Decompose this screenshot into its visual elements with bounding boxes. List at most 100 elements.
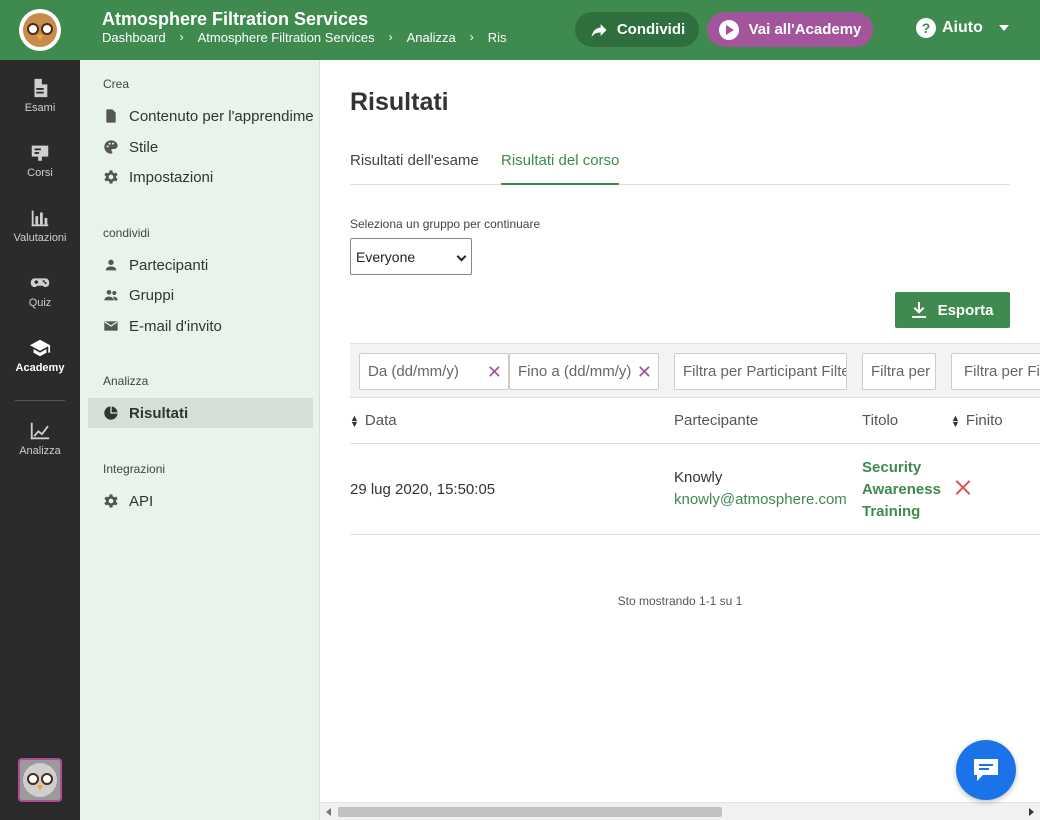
date-to-placeholder: Fino a (dd/mm/y) (518, 363, 632, 380)
participant-filter[interactable]: Filtra per Participant Filter (674, 353, 847, 390)
title-filter-placeholder: Filtra per (871, 363, 931, 380)
sidebar-heading-analizza: Analizza (103, 374, 149, 388)
cell-participant-name: Knowly (674, 469, 723, 486)
tab-exam-results[interactable]: Risultati dell'esame (350, 152, 479, 183)
app-root: Esami Corsi Valutazioni Quiz Academy Ana… (0, 0, 1040, 820)
academy-button-label: Vai all'Academy (748, 21, 862, 38)
envelope-icon (104, 321, 118, 331)
owl-logo-icon (19, 9, 61, 51)
secondary-sidebar: Crea Contenuto per l'apprendimento Stile… (80, 60, 320, 820)
cell-title-line: Awareness (862, 481, 941, 498)
chevron-right-icon: › (179, 30, 184, 44)
breadcrumb-risultati[interactable]: Ris (488, 30, 507, 45)
sidebar-heading-integrazioni: Integrazioni (103, 462, 166, 476)
column-header-title: Titolo (862, 412, 898, 429)
rail-item-esami[interactable]: Esami (0, 65, 80, 125)
sidebar-item-invite-email[interactable]: E-mail d'invito (88, 311, 313, 341)
play-icon (718, 19, 739, 40)
rail-item-quiz[interactable]: Quiz (0, 260, 80, 320)
column-header-finished[interactable]: ▲ ▼ Finito (951, 412, 1003, 429)
share-button-label: Condividi (616, 21, 686, 38)
chat-button[interactable] (956, 740, 1016, 800)
cell-date: 29 lug 2020, 15:50:05 (350, 481, 496, 498)
rail-item-label: Quiz (28, 296, 52, 309)
sort-icon: ▲ ▼ (350, 412, 359, 429)
finished-filter[interactable]: Filtra per Finito (951, 353, 1040, 390)
gamepad-icon (30, 277, 50, 287)
participant-filter-placeholder: Filtra per Participant Filter (683, 363, 847, 380)
sidebar-item-participants[interactable]: Partecipanti (88, 250, 313, 280)
document-icon (34, 78, 48, 97)
scroll-right-icon[interactable] (1029, 808, 1034, 816)
main-content: Risultati Risultati dell'esame Risultati… (320, 60, 1040, 820)
rail-item-label: Valutazioni (13, 231, 67, 244)
chat-bubble-icon (974, 759, 998, 781)
scroll-left-icon[interactable] (326, 808, 331, 816)
clear-icon[interactable]: ✕ (487, 363, 502, 381)
column-header-date[interactable]: ▲ ▼ Data (350, 412, 397, 429)
avatar-owl-icon (23, 763, 57, 797)
title-filter[interactable]: Filtra per (862, 353, 936, 390)
results-tabs: Risultati dell'esame Risultati del corso (350, 148, 1010, 185)
date-from-filter[interactable]: Da (dd/mm/y) ✕ (359, 353, 509, 390)
sidebar-item-settings[interactable]: Impostazioni (88, 162, 313, 192)
rail-item-label: Academy (15, 361, 65, 374)
sidebar-item-label: Risultati (129, 404, 189, 422)
palette-icon (104, 140, 118, 154)
scrollbar-thumb[interactable] (338, 807, 722, 817)
filter-row: Da (dd/mm/y) ✕ Fino a (dd/mm/y) ✕ Filtra… (350, 343, 1040, 398)
pagination-status: Sto mostrando 1-1 su 1 (617, 594, 743, 608)
breadcrumb-analizza[interactable]: Analizza (407, 30, 456, 45)
line-chart-icon (30, 422, 50, 439)
group-select[interactable]: Everyone (350, 238, 472, 275)
chevron-right-icon: › (469, 30, 474, 44)
logo[interactable] (0, 0, 80, 60)
cell-participant-email[interactable]: knowly@atmosphere.com (674, 491, 847, 508)
people-icon (104, 290, 118, 301)
chevron-right-icon: › (388, 30, 393, 44)
breadcrumb-workspace[interactable]: Atmosphere Filtration Services (198, 30, 375, 45)
clear-icon[interactable]: ✕ (637, 363, 652, 381)
file-icon (106, 109, 116, 123)
sidebar-item-results[interactable]: Risultati (88, 398, 313, 428)
sidebar-item-style[interactable]: Stile (88, 132, 313, 162)
group-select-value: Everyone (356, 248, 416, 265)
share-button[interactable]: Condividi (575, 12, 699, 47)
finished-filter-placeholder: Filtra per Finito (964, 363, 1040, 380)
sidebar-item-api[interactable]: API (88, 486, 313, 516)
horizontal-scrollbar[interactable] (320, 802, 1040, 820)
gear-icon (104, 494, 118, 508)
rail-item-academy[interactable]: Academy (0, 325, 80, 385)
rail-item-label: Analizza (19, 444, 61, 457)
tab-course-results[interactable]: Risultati del corso (501, 152, 620, 185)
breadcrumb-dashboard[interactable]: Dashboard (102, 30, 166, 45)
date-from-placeholder: Da (dd/mm/y) (368, 363, 459, 380)
user-avatar[interactable] (18, 758, 62, 802)
sidebar-heading-crea: Crea (103, 77, 130, 91)
download-icon (911, 302, 926, 318)
export-button[interactable]: Esporta (895, 292, 1010, 328)
breadcrumb: Dashboard › Atmosphere Filtration Servic… (102, 30, 522, 45)
page-title: Risultati (350, 88, 449, 116)
cell-title[interactable]: Security Awareness Training (862, 457, 952, 523)
sidebar-item-label: Gruppi (129, 286, 175, 304)
column-header-participant: Partecipante (674, 412, 758, 429)
cell-title-line: Security (862, 459, 922, 476)
date-to-filter[interactable]: Fino a (dd/mm/y) ✕ (509, 353, 659, 390)
sidebar-item-label: Stile (129, 138, 159, 156)
sidebar-item-label: Partecipanti (129, 256, 209, 274)
column-header-label: Data (364, 412, 397, 429)
not-finished-icon (954, 478, 972, 496)
academy-button[interactable]: Vai all'Academy (707, 12, 873, 47)
rail-item-corsi[interactable]: Corsi (0, 130, 80, 190)
help-menu[interactable]: ? Aiuto (916, 18, 1009, 38)
sidebar-item-groups[interactable]: Gruppi (88, 280, 313, 310)
graduation-cap-icon (29, 339, 51, 356)
chevron-down-icon (998, 25, 1009, 31)
rail-divider (15, 400, 65, 401)
sidebar-item-content[interactable]: Contenuto per l'apprendimento (88, 101, 313, 131)
rail-item-valutazioni[interactable]: Valutazioni (0, 195, 80, 255)
sidebar-item-label: E-mail d'invito (129, 317, 222, 335)
rail-item-analizza[interactable]: Analizza (0, 408, 80, 468)
column-header-label: Finito (965, 412, 1003, 429)
